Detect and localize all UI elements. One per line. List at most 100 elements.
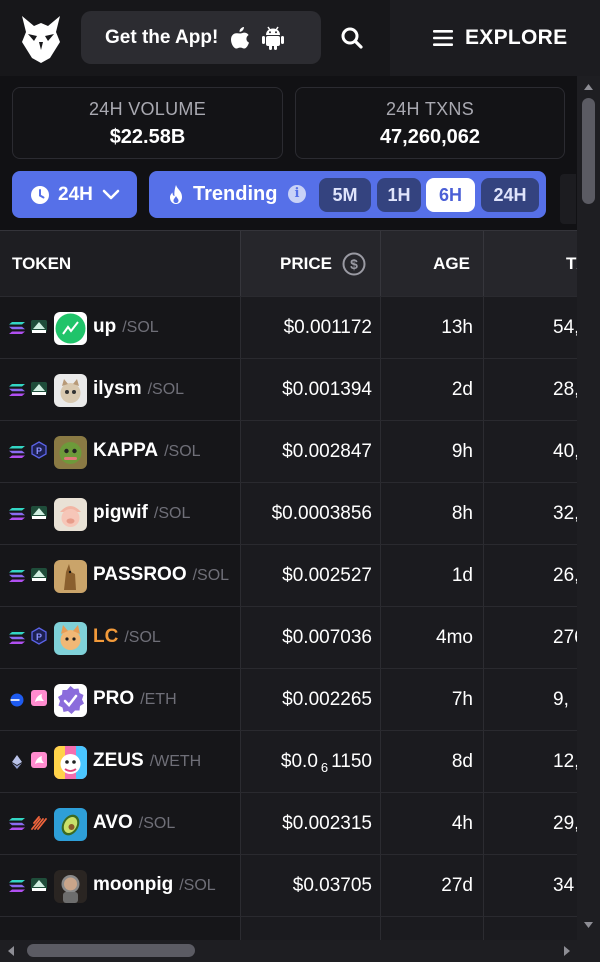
price-cell: $0.002847	[240, 421, 380, 483]
age-cell: 4mo	[380, 607, 483, 669]
token-avatar-kappa	[54, 436, 87, 469]
table-row[interactable]: P KAPPA/SOL $0.002847 9h 40,	[0, 420, 577, 483]
token-symbol-text: up	[93, 316, 117, 337]
scroll-up-arrow-icon[interactable]	[577, 80, 600, 94]
price-cell: $0.03705	[240, 855, 380, 917]
token-symbol: up/SOL	[93, 316, 159, 338]
table-row[interactable]: P LC/SOL $0.007036 4mo 276	[0, 606, 577, 669]
token-symbol-text: moonpig	[93, 874, 174, 895]
token-symbol-text: ilysm	[93, 378, 142, 399]
table-row[interactable]: ilysm/SOL $0.001394 2d 28,	[0, 358, 577, 421]
price-cell	[240, 917, 380, 940]
column-header-txns[interactable]: TXNS	[483, 231, 577, 297]
txns-cell: 28,	[483, 359, 577, 421]
token-symbol: pigwif/SOL	[93, 502, 190, 524]
scroll-left-arrow-icon[interactable]	[4, 940, 18, 962]
solana-chain-icon	[9, 322, 25, 334]
search-icon[interactable]	[336, 22, 368, 54]
table-row[interactable]: AVO/SOL $0.002315 4h 29,	[0, 792, 577, 855]
token-cell: PASSROO/SOL	[0, 545, 240, 607]
price-suffix: 1150	[331, 751, 372, 772]
quote-symbol: /ETH	[140, 691, 177, 708]
next-filter-edge[interactable]	[560, 174, 576, 224]
uniswap-dex-icon	[31, 752, 47, 768]
column-header-age[interactable]: AGE	[380, 231, 483, 297]
age-cell: 1d	[380, 545, 483, 607]
token-symbol-text: PRO	[93, 688, 135, 709]
timeframe-6h-button[interactable]: 6H	[426, 178, 475, 212]
meteora-dex-icon	[31, 816, 47, 830]
table-row[interactable]: ZEUS/WETH $0.0 6 1150 8d 12,	[0, 730, 577, 793]
info-icon[interactable]: i	[288, 185, 306, 203]
price-cell: $0.001172	[240, 297, 380, 359]
column-header-price[interactable]: PRICE $	[240, 231, 380, 297]
pairs-table: TOKEN PRICE $ AGE TXNS up/SOL $0.001172 …	[0, 230, 577, 940]
token-avatar-lc	[54, 622, 87, 655]
scroll-down-arrow-icon[interactable]	[577, 918, 600, 932]
flame-icon	[170, 185, 182, 204]
timeframe-dropdown[interactable]: 24H	[12, 171, 137, 218]
token-cell: ilysm/SOL	[0, 359, 240, 421]
txns-cell: 276	[483, 607, 577, 669]
android-icon	[262, 26, 285, 50]
token-symbol: LC/SOL	[93, 626, 161, 648]
solana-chain-icon	[9, 818, 25, 830]
vertical-scroll-thumb[interactable]	[582, 98, 595, 204]
trending-filter[interactable]: Trending i 5M 1H 6H 24H	[149, 171, 546, 218]
svg-text:$: $	[350, 256, 358, 272]
age-cell: 27d	[380, 855, 483, 917]
ethereum-chain-icon	[12, 755, 22, 769]
owl-logo-icon[interactable]	[20, 14, 62, 64]
token-avatar-pigwif	[54, 498, 87, 531]
quote-symbol: /SOL	[164, 443, 201, 460]
token-symbol-text: pigwif	[93, 502, 148, 523]
price-cell: $0.0 6 1150	[240, 731, 380, 793]
token-symbol: PRO/ETH	[93, 688, 177, 710]
timeframe-24h-button[interactable]: 24H	[481, 178, 539, 212]
txns-stat-card: 24H TXNS 47,260,062	[295, 87, 565, 159]
token-symbol-text: ZEUS	[93, 750, 144, 771]
token-symbol: ilysm/SOL	[93, 378, 184, 400]
dollar-circle-icon[interactable]: $	[342, 252, 366, 276]
table-row[interactable]: pigwif/SOL $0.0003856 8h 32,	[0, 482, 577, 545]
vertical-scrollbar[interactable]	[577, 76, 600, 940]
get-app-button[interactable]: Get the App!	[81, 11, 321, 64]
uniswap-dex-icon	[31, 690, 47, 706]
token-cell	[0, 917, 240, 940]
trending-label: Trending	[193, 183, 278, 205]
timeframe-1h-button[interactable]: 1H	[377, 178, 421, 212]
chevron-down-icon	[102, 189, 120, 199]
token-symbol: AVO/SOL	[93, 812, 175, 834]
token-symbol-text: KAPPA	[93, 440, 159, 461]
table-row[interactable]: moonpig/SOL $0.03705 27d 34	[0, 854, 577, 917]
age-cell: 13h	[380, 297, 483, 359]
column-header-token[interactable]: TOKEN	[0, 231, 240, 297]
raydium-dex-icon	[31, 320, 47, 333]
price-cell: $0.001394	[240, 359, 380, 421]
token-symbol: moonpig/SOL	[93, 874, 216, 896]
horizontal-scroll-thumb[interactable]	[27, 944, 195, 957]
column-price-label: PRICE	[280, 254, 332, 273]
explore-menu-button[interactable]: EXPLORE	[390, 0, 600, 76]
table-row[interactable]: up/SOL $0.001172 13h 54,	[0, 296, 577, 359]
table-row[interactable]: PASSROO/SOL $0.002527 1d 26,	[0, 544, 577, 607]
price-cell: $0.002265	[240, 669, 380, 731]
hamburger-icon	[433, 30, 453, 46]
txns-cell: 12,	[483, 731, 577, 793]
table-row[interactable]	[0, 916, 577, 940]
quote-symbol: /SOL	[138, 815, 176, 832]
timeframe-5m-button[interactable]: 5M	[319, 178, 371, 212]
table-row[interactable]: PRO/ETH $0.002265 7h 9,	[0, 668, 577, 731]
scroll-right-arrow-icon[interactable]	[560, 940, 574, 962]
token-symbol-text: AVO	[93, 812, 133, 833]
token-symbol-text: LC	[93, 626, 119, 647]
quote-symbol: /SOL	[192, 567, 230, 584]
quote-symbol: /SOL	[179, 877, 216, 894]
solana-chain-icon	[9, 508, 25, 520]
token-cell: AVO/SOL	[0, 793, 240, 855]
token-avatar-avo	[54, 808, 87, 841]
quote-symbol: /SOL	[124, 629, 161, 646]
solana-chain-icon	[9, 446, 25, 458]
token-cell: PRO/ETH	[0, 669, 240, 731]
token-cell: pigwif/SOL	[0, 483, 240, 545]
